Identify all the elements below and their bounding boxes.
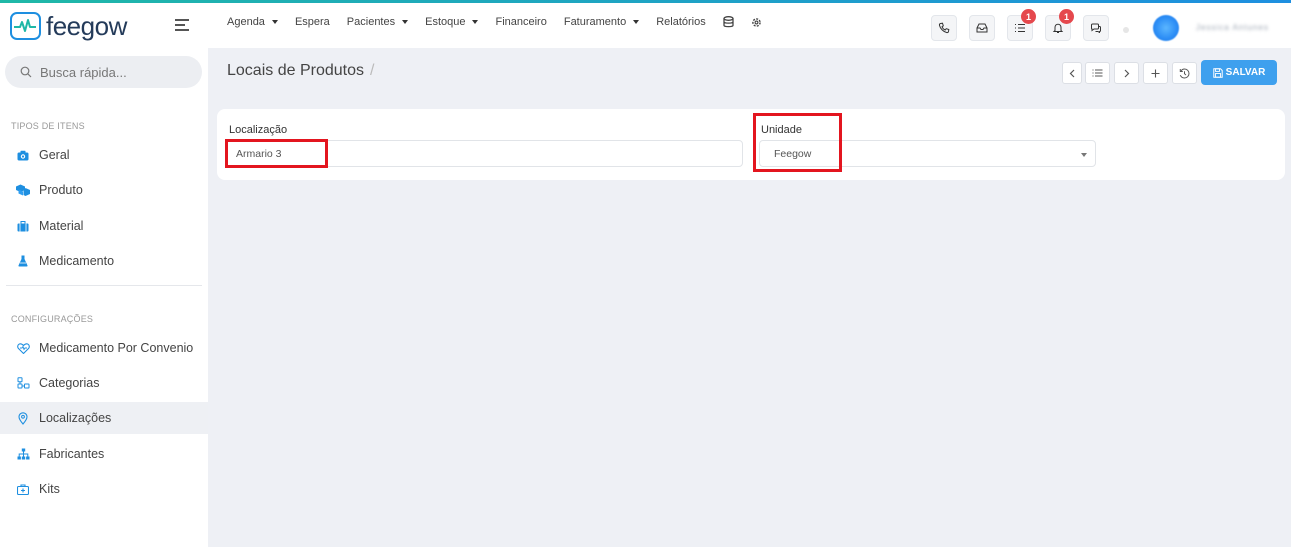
sidebar-item-geral[interactable]: Geral	[0, 139, 208, 171]
heart-shield-icon	[16, 341, 30, 355]
feegow-logo[interactable]: feegow	[10, 11, 127, 41]
section-title-settings: CONFIGURAÇÕES	[11, 314, 94, 324]
history-icon	[1179, 67, 1190, 79]
chat-button[interactable]	[1083, 15, 1109, 41]
next-button[interactable]	[1114, 62, 1139, 84]
chat-icon	[1091, 23, 1101, 33]
unidade-selected-value: Feegow	[774, 147, 812, 160]
sidebar-item-medicamento[interactable]: Medicamento	[0, 245, 208, 277]
camera-icon	[16, 148, 30, 162]
chevron-down-icon	[271, 20, 278, 24]
list-button[interactable]	[1085, 62, 1110, 84]
tasks-badge: 1	[1021, 9, 1036, 24]
nav-espera-label: Espera	[294, 16, 330, 28]
nav-relatorios-label: Relatórios	[656, 16, 706, 28]
sidebar-item-categorias[interactable]: Categorias	[0, 367, 208, 399]
nav-pacientes-label: Pacientes	[346, 16, 396, 28]
save-button-label: SALVAR	[1225, 67, 1266, 78]
nav-agenda[interactable]: Agenda	[227, 16, 278, 28]
sidebar-item-material[interactable]: Material	[0, 210, 208, 242]
app-header: feegow Agenda Espera Pacientes Estoque F…	[0, 3, 1291, 48]
sidebar-item-label: Medicamento Por Convenio	[39, 341, 194, 355]
sidebar-item-kits[interactable]: Kits	[0, 473, 208, 505]
task-list-icon	[1015, 23, 1025, 33]
sidebar-item-label: Produto	[39, 183, 83, 197]
notifications-button[interactable]: 1	[1045, 9, 1074, 41]
unidade-label: Unidade	[761, 124, 802, 136]
medkit-icon	[16, 482, 30, 496]
sidebar: Busca rápida... TIPOS DE ITENS Geral Pro…	[0, 48, 208, 547]
plus-icon	[1151, 69, 1160, 77]
sidebar-item-medicamento-por-convenio[interactable]: Medicamento Por Convenio	[0, 332, 208, 364]
add-button[interactable]	[1143, 62, 1168, 84]
sidebar-item-label: Categorias	[39, 376, 100, 390]
history-button[interactable]	[1172, 62, 1197, 84]
categories-icon	[16, 376, 30, 390]
chevron-left-icon	[1069, 69, 1075, 77]
floppy-disk-icon	[1212, 67, 1223, 78]
top-navigation: Agenda Espera Pacientes Estoque Financei…	[227, 16, 779, 28]
user-name[interactable]: Jessica Antunes	[1196, 23, 1269, 32]
gear-icon[interactable]	[751, 17, 762, 28]
flask-icon	[16, 254, 30, 268]
sidebar-item-label: Fabricantes	[39, 447, 105, 461]
sidebar-item-label: Material	[39, 219, 84, 233]
phone-icon	[938, 22, 950, 34]
chevron-down-icon	[402, 20, 409, 24]
phone-button[interactable]	[931, 15, 957, 41]
cubes-icon	[16, 183, 30, 197]
briefcase-icon	[16, 219, 30, 233]
notifications-badge: 1	[1059, 9, 1074, 24]
chevron-down-icon	[472, 20, 479, 24]
nav-faturamento[interactable]: Faturamento	[563, 16, 640, 28]
search-icon	[20, 66, 32, 78]
avatar[interactable]	[1153, 15, 1179, 41]
nav-estoque-label: Estoque	[425, 16, 466, 28]
page-title: Locais de Produtos /	[227, 62, 374, 80]
menu-toggle-icon[interactable]	[175, 19, 189, 31]
sidebar-item-label: Kits	[39, 482, 60, 496]
database-icon[interactable]	[723, 16, 734, 28]
sidebar-divider	[6, 285, 202, 286]
nav-estoque[interactable]: Estoque	[425, 16, 479, 28]
logo-heartbeat-icon	[10, 12, 41, 40]
sidebar-item-label: Medicamento	[39, 254, 115, 268]
sitemap-icon	[16, 447, 30, 461]
online-status-dot	[1123, 27, 1129, 33]
sidebar-item-label: Localizações	[39, 411, 112, 425]
sidebar-item-label: Geral	[39, 148, 70, 162]
logo-text: feegow	[46, 10, 127, 41]
breadcrumb-separator: /	[369, 62, 375, 79]
localizacao-value: Armario 3	[236, 147, 282, 160]
nav-financeiro-label: Financeiro	[495, 16, 547, 28]
chevron-down-icon	[1081, 153, 1087, 157]
nav-faturamento-label: Faturamento	[563, 16, 627, 28]
sidebar-item-localizacoes[interactable]: Localizações	[0, 402, 208, 434]
chevron-down-icon	[633, 20, 640, 24]
page-title-text: Locais de Produtos	[227, 62, 364, 79]
nav-relatorios[interactable]: Relatórios	[656, 16, 706, 28]
inbox-button[interactable]	[969, 15, 995, 41]
chevron-right-icon	[1124, 69, 1129, 77]
sidebar-item-fabricantes[interactable]: Fabricantes	[0, 438, 208, 470]
search-input[interactable]: Busca rápida...	[5, 56, 202, 88]
nav-espera[interactable]: Espera	[295, 16, 330, 28]
section-title-item-types: TIPOS DE ITENS	[11, 121, 85, 131]
nav-financeiro[interactable]: Financeiro	[495, 16, 546, 28]
sidebar-item-produto[interactable]: Produto	[0, 174, 208, 206]
tasks-button[interactable]: 1	[1007, 9, 1036, 41]
localizacao-label: Localização	[229, 124, 288, 136]
inbox-icon	[976, 23, 988, 33]
nav-pacientes[interactable]: Pacientes	[346, 16, 409, 28]
save-button[interactable]: SALVAR	[1201, 60, 1277, 85]
bell-icon	[1052, 23, 1064, 33]
previous-button[interactable]	[1062, 62, 1082, 84]
map-pin-icon	[16, 411, 30, 425]
search-placeholder: Busca rápida...	[40, 64, 127, 80]
unidade-select[interactable]: Feegow	[759, 140, 1096, 167]
localizacao-input[interactable]: Armario 3	[225, 140, 743, 167]
location-form-card: Localização Armario 3 Unidade Feegow	[217, 109, 1285, 180]
list-icon	[1092, 69, 1103, 77]
nav-agenda-label: Agenda	[227, 16, 265, 28]
